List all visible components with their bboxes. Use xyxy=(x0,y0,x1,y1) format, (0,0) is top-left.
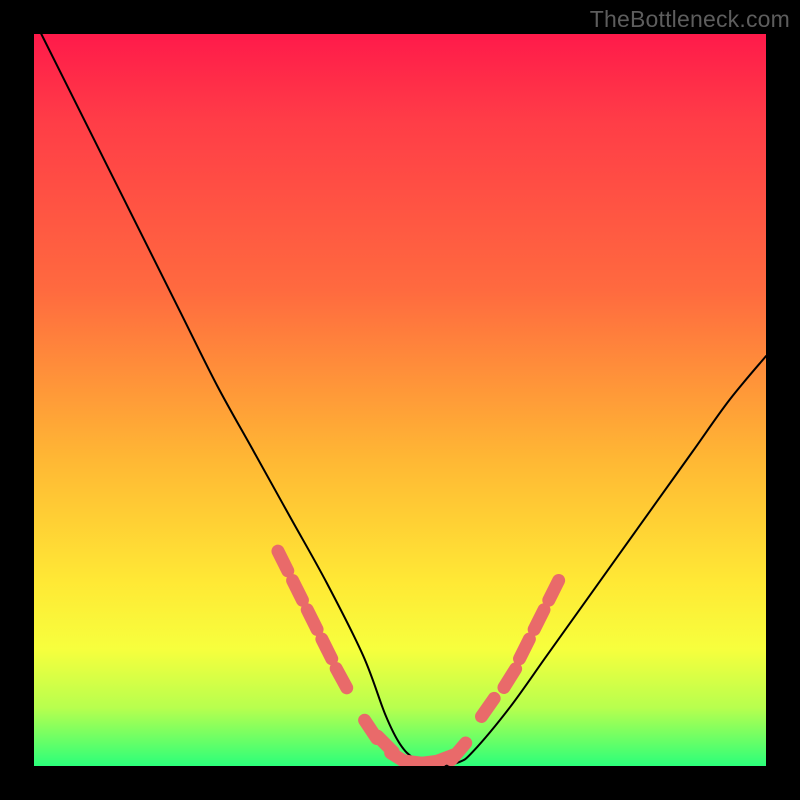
marker-point xyxy=(307,610,317,630)
marker-point xyxy=(482,698,495,716)
highlighted-points-group xyxy=(278,551,559,764)
marker-point xyxy=(549,580,559,600)
marker-point xyxy=(378,736,394,752)
marker-point xyxy=(520,639,530,659)
marker-point xyxy=(404,761,426,764)
chart-frame: TheBottleneck.com xyxy=(0,0,800,800)
curve-svg xyxy=(34,34,766,766)
watermark-text: TheBottleneck.com xyxy=(590,6,790,33)
marker-point xyxy=(534,610,544,630)
marker-point xyxy=(365,720,377,738)
marker-point xyxy=(434,755,455,763)
marker-point xyxy=(391,753,410,765)
marker-point xyxy=(451,743,465,760)
plot-area xyxy=(34,34,766,766)
bottleneck-curve-path xyxy=(41,34,766,766)
marker-point xyxy=(418,761,440,764)
marker-point xyxy=(278,551,288,571)
marker-point xyxy=(322,639,332,659)
marker-point xyxy=(336,669,347,688)
marker-point xyxy=(293,580,303,600)
marker-point xyxy=(504,669,516,688)
